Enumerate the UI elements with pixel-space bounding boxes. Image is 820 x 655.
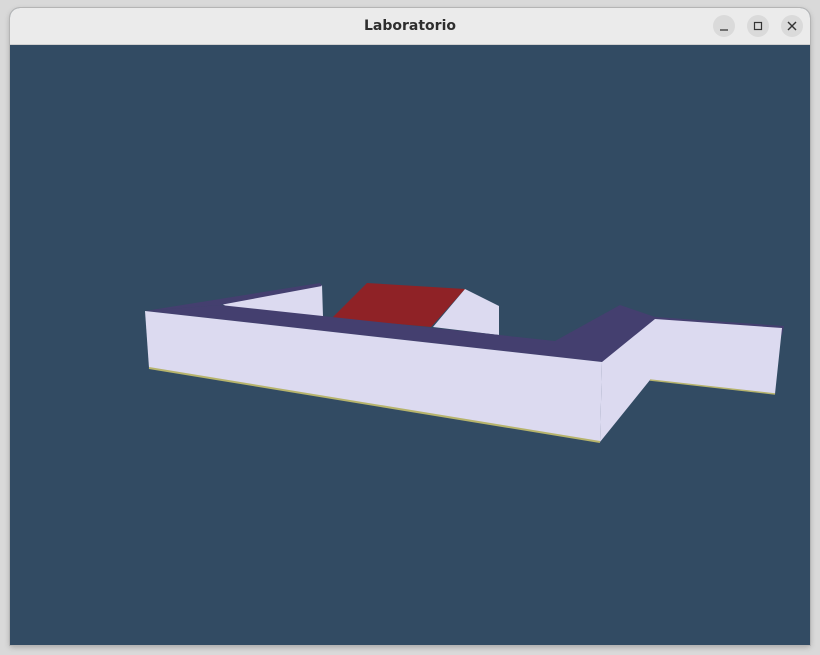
3d-viewport[interactable] (10, 45, 810, 645)
close-icon (787, 21, 797, 31)
minimize-button[interactable] (713, 15, 735, 37)
window-title: Laboratorio (364, 18, 456, 34)
scene-canvas (145, 283, 784, 443)
title-bar[interactable]: Laboratorio (10, 8, 810, 45)
maximize-icon (753, 21, 763, 31)
app-window: Laboratorio (10, 8, 810, 645)
close-button[interactable] (781, 15, 803, 37)
minimize-icon (720, 29, 728, 31)
maximize-button[interactable] (747, 15, 769, 37)
